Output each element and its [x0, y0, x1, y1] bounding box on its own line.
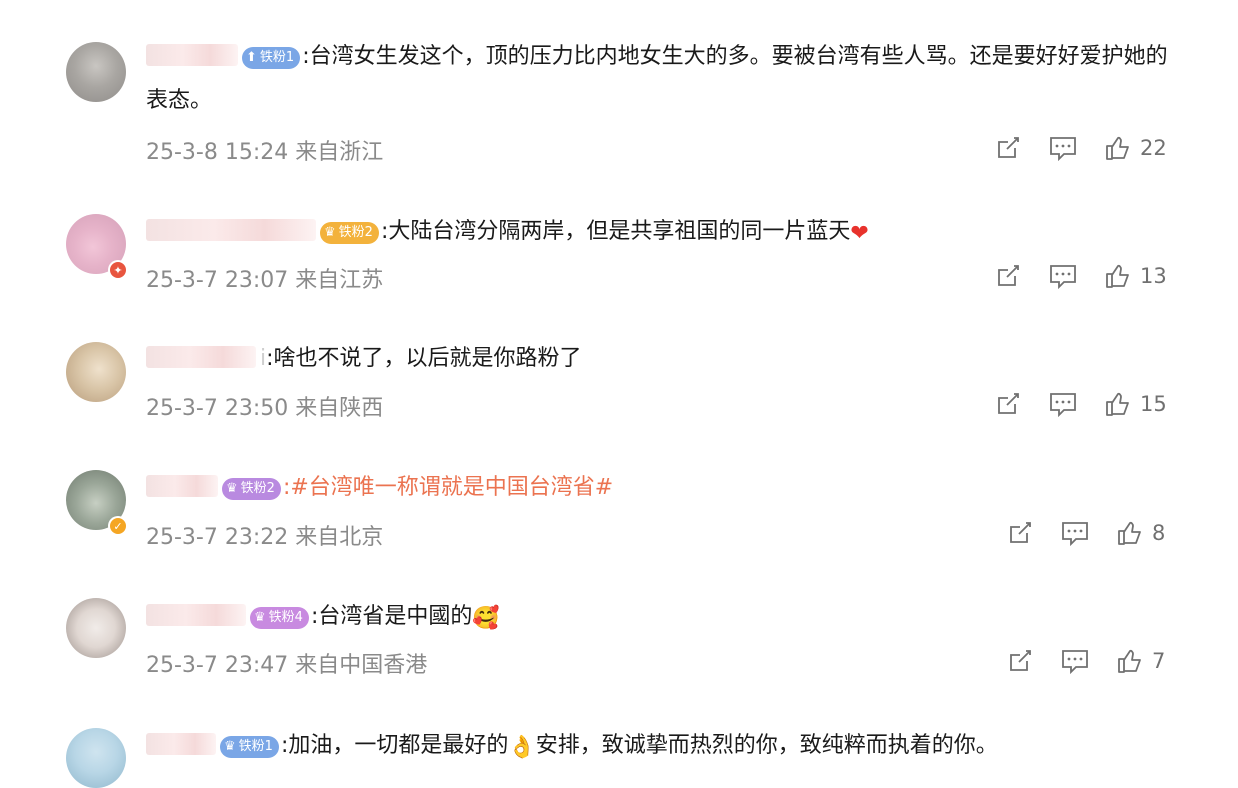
- share-icon: [998, 137, 1019, 158]
- comment-meta: 25-3-7 23:47 来自中国香港: [146, 653, 428, 678]
- share-icon: [1010, 650, 1031, 671]
- comment-icon: [1050, 137, 1076, 162]
- verified-badge: ✓: [108, 516, 128, 536]
- comment-text-continued: 安排，致诚挚而热烈的你，致纯粹而执着的你。: [535, 733, 998, 758]
- comment-text: :加油，一切都是最好的: [280, 733, 509, 758]
- fan-badge[interactable]: ♛ 铁粉2: [222, 478, 281, 500]
- like-count: 22: [1140, 136, 1167, 160]
- like-button[interactable]: 8: [1116, 519, 1165, 547]
- comment-actions: 22: [994, 134, 1167, 162]
- comment-body: i:啥也不说了，以后就是你路粉了: [146, 337, 1178, 381]
- comment-text: :啥也不说了，以后就是你路粉了: [266, 346, 582, 371]
- fan-badge-label: 铁粉1: [238, 739, 273, 754]
- comment-body: ⬆ 铁粉1:台湾女生发这个，顶的压力比内地女生大的多。要被台湾有些人骂。还是要好好…: [146, 35, 1178, 123]
- username-blurred[interactable]: [146, 475, 218, 497]
- share-button[interactable]: [1006, 647, 1034, 675]
- fan-badge-label: 铁粉2: [240, 481, 275, 496]
- comment-button[interactable]: [1060, 519, 1090, 547]
- fan-badge[interactable]: ♛ 铁粉1: [220, 736, 279, 758]
- comment-body: ♛ 铁粉2:#台湾唯一称谓就是中国台湾省#: [146, 466, 1178, 510]
- thumbs-up-icon: [1118, 649, 1141, 673]
- thumbs-up-icon: [1106, 136, 1129, 160]
- fan-badge-label: 铁粉2: [338, 225, 373, 240]
- thumbs-up-icon: [1118, 521, 1141, 545]
- share-icon: [1010, 522, 1031, 543]
- comment-body: ♛ 铁粉2:大陆台湾分隔两岸，但是共享祖国的同一片蓝天❤: [146, 210, 1178, 256]
- thumbs-up-icon: [1106, 264, 1129, 288]
- share-button[interactable]: [994, 390, 1022, 418]
- comment-button[interactable]: [1060, 647, 1090, 675]
- comment-body: ♛ 铁粉1:加油，一切都是最好的👌安排，致诚挚而热烈的你，致纯粹而执着的你。: [146, 724, 1178, 770]
- heart-emoji: ❤: [850, 221, 869, 246]
- comment-button[interactable]: [1048, 390, 1078, 418]
- fan-badge[interactable]: ♛ 铁粉4: [250, 607, 309, 629]
- fan-badge-label: 铁粉4: [268, 610, 303, 625]
- comment-icon: [1050, 265, 1076, 290]
- share-icon: [998, 393, 1019, 414]
- fan-badge-label: 铁粉1: [259, 50, 295, 65]
- fan-badge[interactable]: ⬆ 铁粉1: [242, 47, 301, 69]
- fan-badge-icon: ♛: [324, 225, 336, 240]
- comment-text: :大陆台湾分隔两岸，但是共享祖国的同一片蓝天: [380, 219, 851, 244]
- like-count: 15: [1140, 392, 1167, 416]
- username-blurred[interactable]: [146, 346, 256, 368]
- comment-icon: [1050, 393, 1076, 418]
- fan-badge-icon: ♛: [224, 739, 236, 754]
- fan-badge-icon: ♛: [226, 481, 238, 496]
- comment-meta: 25-3-7 23:07 来自江苏: [146, 268, 384, 293]
- username-blurred[interactable]: [146, 219, 316, 241]
- fan-badge-icon: ⬆: [246, 50, 257, 65]
- avatar[interactable]: [66, 42, 126, 102]
- username-blurred[interactable]: [146, 604, 246, 626]
- verified-icon: ✦: [110, 262, 126, 278]
- comment-meta: 25-3-7 23:50 来自陕西: [146, 396, 384, 421]
- comment-actions: 13: [994, 262, 1167, 290]
- comment-icon: [1062, 522, 1088, 547]
- like-count: 13: [1140, 264, 1167, 288]
- share-icon: [998, 265, 1019, 286]
- comment-actions: 8: [1006, 519, 1165, 547]
- thumbs-up-icon: [1106, 392, 1129, 416]
- username-blurred[interactable]: [146, 44, 238, 66]
- comment-icon: [1062, 650, 1088, 675]
- fan-badge-icon: ♛: [254, 610, 266, 625]
- avatar[interactable]: [66, 342, 126, 402]
- comment-meta: 25-3-7 23:22 来自北京: [146, 525, 384, 550]
- avatar[interactable]: [66, 728, 126, 788]
- comment-meta: 25-3-8 15:24 来自浙江: [146, 140, 384, 165]
- like-button[interactable]: 22: [1104, 134, 1167, 162]
- like-button[interactable]: 7: [1116, 647, 1165, 675]
- like-count: 7: [1152, 649, 1166, 673]
- comment-button[interactable]: [1048, 262, 1078, 290]
- verified-icon: ✓: [110, 518, 126, 534]
- comment-text: :台湾省是中國的: [310, 604, 473, 629]
- like-button[interactable]: 13: [1104, 262, 1167, 290]
- ok-hand-emoji: 👌: [508, 735, 536, 760]
- comment-actions: 7: [1006, 647, 1165, 675]
- like-button[interactable]: 15: [1104, 390, 1167, 418]
- verified-badge: ✦: [108, 260, 128, 280]
- like-count: 8: [1152, 521, 1166, 545]
- topic-hashtag[interactable]: :#台湾唯一称谓就是中国台湾省#: [283, 475, 613, 500]
- comment-actions: 15: [994, 390, 1167, 418]
- share-button[interactable]: [994, 134, 1022, 162]
- avatar[interactable]: [66, 598, 126, 658]
- fan-badge[interactable]: ♛ 铁粉2: [320, 222, 379, 244]
- username-blurred[interactable]: [146, 733, 216, 755]
- share-button[interactable]: [1006, 519, 1034, 547]
- comment-button[interactable]: [1048, 134, 1078, 162]
- comment-body: ♛ 铁粉4:台湾省是中國的🥰: [146, 595, 1178, 641]
- smiling-face-emoji: 🥰: [472, 606, 500, 631]
- share-button[interactable]: [994, 262, 1022, 290]
